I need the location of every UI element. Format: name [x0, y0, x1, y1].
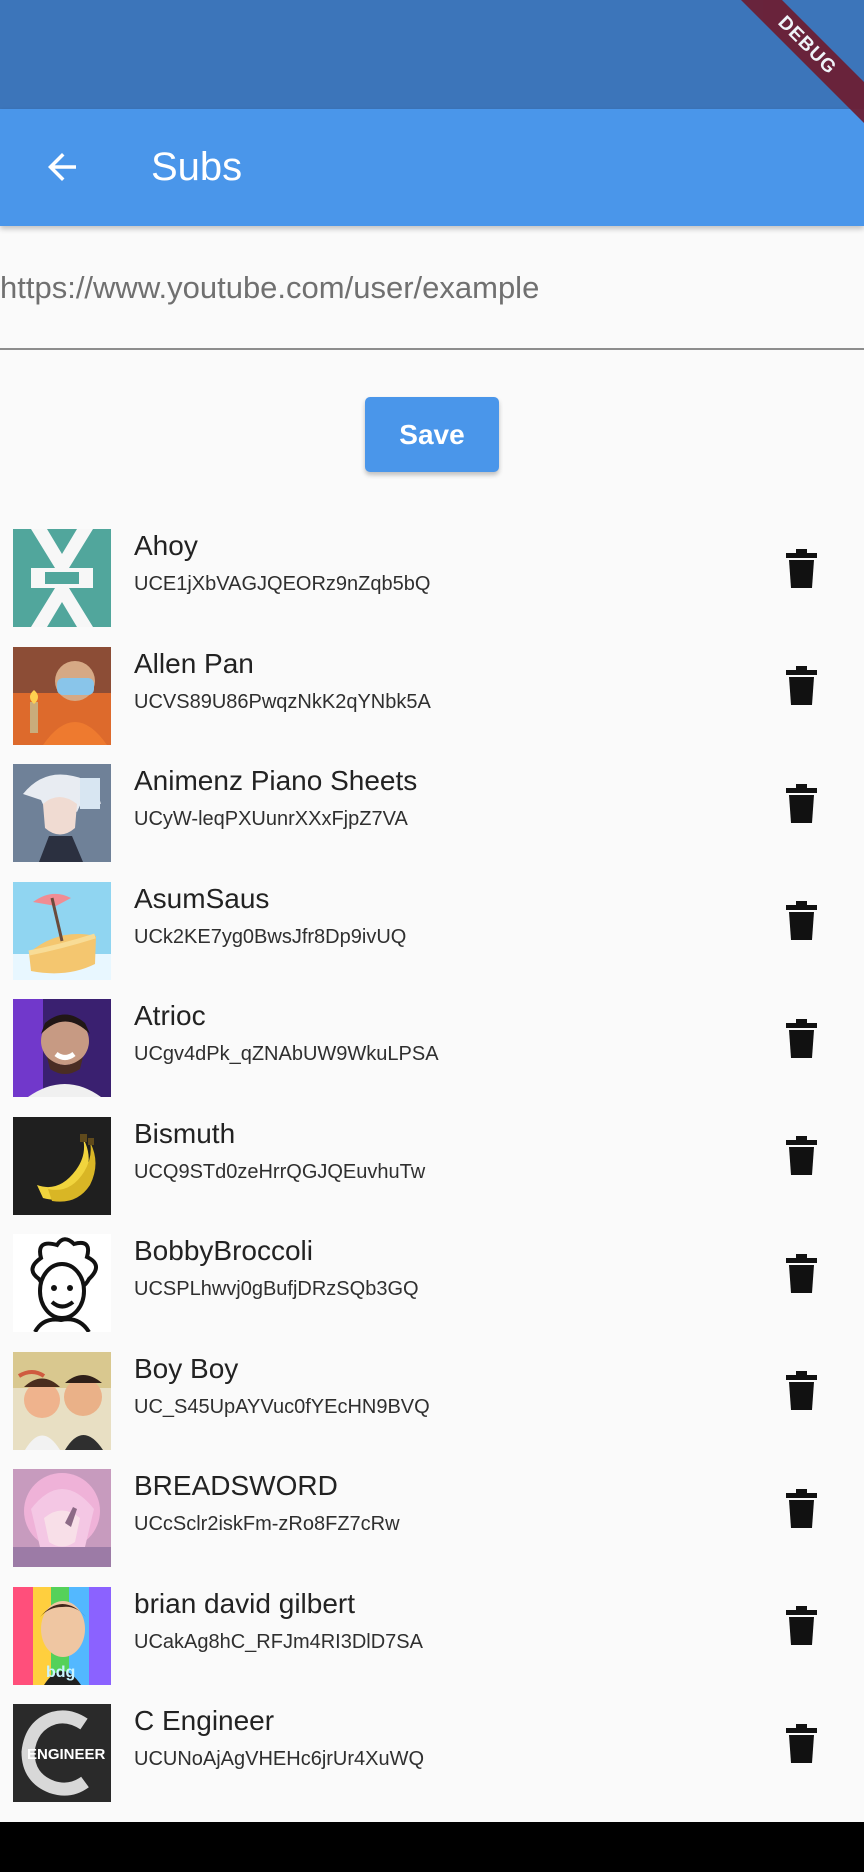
subscription-row-c-engineer: ENGINEER C Engineer UCUNoAjAgVHEHc6jrUr4…: [0, 1692, 864, 1810]
channel-name: C Engineer: [134, 1705, 275, 1736]
ahoy-logo-icon: [13, 529, 111, 627]
arrow-left-icon: [48, 153, 76, 181]
delete-subscription-button[interactable]: [778, 1132, 824, 1180]
channel-name: Boy Boy: [134, 1352, 239, 1384]
trash-icon: [785, 548, 817, 588]
subscription-row-boy-boy: Boy Boy UC_S45UpAYVuc0fYEcHN9BVQ: [0, 1340, 864, 1458]
trash-icon: [785, 1723, 817, 1763]
channel-id: UCVS89U86PwqzNkK2qYNbk5A: [134, 690, 431, 713]
status-bar: [0, 0, 864, 109]
app-bar: Subs: [0, 109, 864, 226]
subscription-row-atrioc: Atrioc UCgv4dPk_qZNAbUW9WkuLPSA: [0, 987, 864, 1105]
asumsaus-avatar-icon: [13, 881, 111, 980]
delete-subscription-button[interactable]: [778, 1249, 824, 1297]
channel-id: UCQ9STd0zeHrrQGJQEuvhuTw: [134, 1160, 426, 1183]
trash-icon: [785, 901, 817, 940]
save-button[interactable]: Save: [365, 397, 499, 472]
trash-icon: [785, 1018, 817, 1058]
subscription-row-breadsword: BREADSWORD UCcSclr2iskFm-zRo8FZ7cRw: [0, 1457, 864, 1575]
channel-name: AsumSaus: [134, 882, 270, 914]
channel-name: BobbyBroccoli: [134, 1235, 313, 1266]
delete-subscription-button[interactable]: [778, 779, 824, 827]
delete-subscription-button[interactable]: [778, 1484, 824, 1532]
channel-name: Atrioc: [134, 1000, 206, 1031]
channel-name: Animenz Piano Sheets: [134, 765, 418, 796]
subscription-row-ahoy: Ahoy UCE1jXbVAGJQEORz9nZqb5bQ: [0, 517, 864, 635]
trash-icon: [785, 1488, 817, 1528]
trash-icon: [785, 666, 817, 705]
brian-david-gilbert-avatar-icon: bdg: [13, 1586, 111, 1685]
trash-icon: [785, 1606, 817, 1645]
channel-url-input[interactable]: [0, 264, 864, 312]
delete-subscription-button[interactable]: [778, 1367, 824, 1415]
channel-name: Ahoy: [134, 530, 198, 561]
bobbybroccoli-avatar-icon: [13, 1234, 111, 1332]
delete-subscription-button[interactable]: [778, 662, 824, 710]
navigation-bar: [0, 1822, 864, 1872]
channel-id: UCUNoAjAgVHEHc6jrUr4XuWQ: [134, 1748, 425, 1770]
channel-id: UC_S45UpAYVuc0fYEcHN9BVQ: [134, 1395, 430, 1418]
channel-id: UCk2KE7yg0BwsJfr8Dp9ivUQ: [134, 925, 407, 948]
delete-subscription-button[interactable]: [778, 897, 824, 945]
atrioc-avatar-icon: [13, 999, 111, 1097]
page-title: Subs: [151, 145, 243, 189]
boy-boy-avatar-icon: [13, 1351, 111, 1450]
bismuth-banana-icon: [13, 1116, 111, 1215]
delete-subscription-button[interactable]: [778, 1014, 824, 1062]
subscription-row-asumsaus: AsumSaus UCk2KE7yg0BwsJfr8Dp9ivUQ: [0, 870, 864, 988]
channel-id: UCE1jXbVAGJQEORz9nZqb5bQ: [134, 573, 431, 595]
c-engineer-logo-icon: ENGINEER: [13, 1704, 111, 1802]
channel-name: Allen Pan: [134, 647, 254, 679]
animenz-avatar-icon: [13, 764, 111, 862]
channel-name: Bismuth: [134, 1117, 236, 1149]
channel-id: UCSPLhwvj0gBufjDRzSQb3GQ: [134, 1278, 419, 1300]
delete-subscription-button[interactable]: [778, 544, 824, 592]
trash-icon: [785, 783, 817, 823]
url-input-container: [0, 226, 864, 350]
allen-pan-avatar-icon: [13, 646, 111, 745]
trash-icon: [785, 1136, 817, 1175]
channel-name: brian david gilbert: [134, 1587, 356, 1619]
trash-icon: [785, 1371, 817, 1410]
back-button[interactable]: [26, 131, 98, 203]
delete-subscription-button[interactable]: [778, 1719, 824, 1767]
trash-icon: [785, 1253, 817, 1293]
channel-id: UCakAg8hC_RFJm4RI3DlD7SA: [134, 1630, 423, 1653]
channel-id: UCcSclr2iskFm-zRo8FZ7cRw: [134, 1513, 400, 1535]
subscription-row-bismuth: Bismuth UCQ9STd0zeHrrQGJQEuvhuTw: [0, 1105, 864, 1223]
svg-text:bdg: bdg: [46, 1664, 75, 1681]
delete-subscription-button[interactable]: [778, 1602, 824, 1650]
subscription-row-brian-david-gilbert: bdg brian david gilbert UCakAg8hC_RFJm4R…: [0, 1575, 864, 1693]
svg-text:ENGINEER: ENGINEER: [27, 1746, 106, 1763]
channel-id: UCyW-leqPXUunrXXxFjpZ7VA: [134, 808, 408, 830]
breadsword-avatar-icon: [13, 1469, 111, 1567]
subscription-row-bobbybroccoli: BobbyBroccoli UCSPLhwvj0gBufjDRzSQb3GQ: [0, 1222, 864, 1340]
subscription-list: Ahoy UCE1jXbVAGJQEORz9nZqb5bQ Allen Pan …: [0, 517, 864, 1810]
channel-id: UCgv4dPk_qZNAbUW9WkuLPSA: [134, 1043, 439, 1065]
channel-name: BREADSWORD: [134, 1470, 338, 1501]
subscription-row-animenz-piano-sheets: Animenz Piano Sheets UCyW-leqPXUunrXXxFj…: [0, 752, 864, 870]
subscription-row-allen-pan: Allen Pan UCVS89U86PwqzNkK2qYNbk5A: [0, 635, 864, 753]
